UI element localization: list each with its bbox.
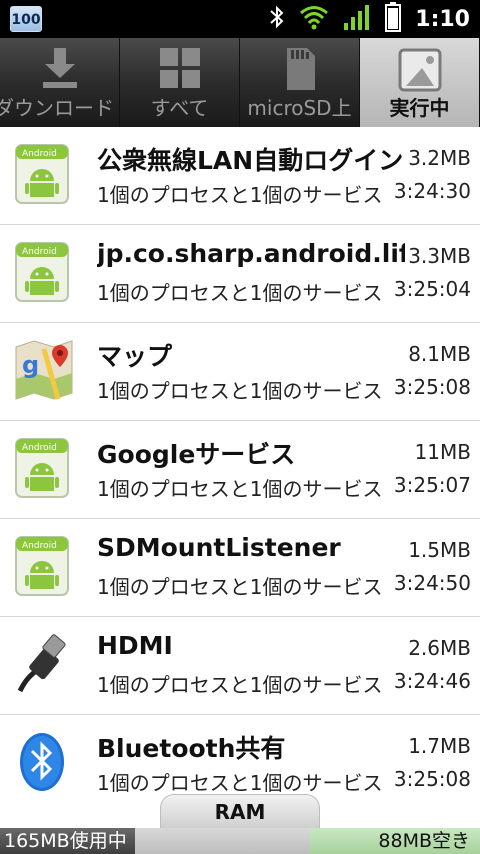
- app-time: 3:24:46: [393, 669, 471, 693]
- list-item[interactable]: Android Googleサービス 11MB 1個のプロセスと1個のサービス …: [0, 421, 480, 519]
- app-size: 11MB: [414, 440, 471, 464]
- app-time: 3:25:08: [393, 767, 471, 791]
- list-item[interactable]: Android 公衆無線LAN自動ログイン 3.2MB 1個のプロセスと1個のサ…: [0, 127, 480, 225]
- svg-text:g: g: [22, 351, 39, 379]
- download-icon: [0, 46, 119, 92]
- ram-free: 88MB空き: [310, 828, 480, 854]
- svg-text:Android: Android: [22, 443, 57, 453]
- tab-download[interactable]: ダウンロード: [0, 38, 120, 127]
- app-name: SDMountListener: [97, 533, 341, 562]
- app-name: jp.co.sharp.android.lifelog: [97, 239, 405, 268]
- ram-usage-bar: 165MB使用中 88MB空き: [0, 828, 480, 854]
- maps-icon: g: [14, 339, 73, 401]
- app-process-desc: 1個のプロセスと1個のサービス: [97, 575, 383, 599]
- list-item[interactable]: Android SDMountListener 1.5MB 1個のプロセスと1個…: [0, 519, 480, 617]
- notification-badge-icon[interactable]: 100: [10, 6, 42, 32]
- ram-label: RAM: [160, 794, 320, 828]
- app-time: 3:25:07: [393, 473, 471, 497]
- list-item[interactable]: HDMI 2.6MB 1個のプロセスと1個のサービス 3:24:46: [0, 617, 480, 715]
- android-app-icon: Android: [14, 241, 70, 303]
- tab-microsd[interactable]: microSD上: [240, 38, 360, 127]
- app-size: 8.1MB: [408, 342, 471, 366]
- app-time: 3:24:50: [393, 571, 471, 595]
- app-name: マップ: [97, 342, 173, 371]
- app-name: 公衆無線LAN自動ログイン: [97, 146, 404, 175]
- app-name: Googleサービス: [97, 440, 296, 469]
- sdcard-icon: [240, 46, 359, 92]
- app-size: 1.7MB: [408, 734, 471, 758]
- list-item[interactable]: g マップ 8.1MB 1個のプロセスと1個のサービス 3:25:08: [0, 323, 480, 421]
- bluetooth-icon: [269, 4, 285, 34]
- svg-text:Android: Android: [22, 247, 57, 257]
- android-app-icon: Android: [14, 143, 70, 205]
- running-app-list[interactable]: Android 公衆無線LAN自動ログイン 3.2MB 1個のプロセスと1個のサ…: [0, 127, 480, 794]
- app-time: 3:25:04: [393, 277, 471, 301]
- app-name: Bluetooth共有: [97, 734, 286, 763]
- android-app-icon: Android: [14, 535, 70, 597]
- svg-text:Android: Android: [22, 149, 57, 159]
- app-size: 3.3MB: [408, 244, 471, 268]
- status-bar: 100 1:10: [0, 0, 480, 38]
- tab-bar: ダウンロード すべて microSD上 実行中: [0, 38, 480, 127]
- app-process-desc: 1個のプロセスと1個のサービス: [97, 771, 383, 794]
- signal-icon: [343, 3, 371, 35]
- wifi-icon: [299, 4, 329, 34]
- android-app-icon: Android: [14, 437, 70, 499]
- app-process-desc: 1個のプロセスと1個のサービス: [97, 379, 383, 403]
- tab-running[interactable]: 実行中: [360, 38, 480, 127]
- list-item[interactable]: Android jp.co.sharp.android.lifelog 3.3M…: [0, 225, 480, 323]
- svg-text:Android: Android: [22, 541, 57, 551]
- app-time: 3:24:30: [393, 179, 471, 203]
- app-process-desc: 1個のプロセスと1個のサービス: [97, 183, 383, 207]
- list-item[interactable]: Bluetooth共有 1.7MB 1個のプロセスと1個のサービス 3:25:0…: [0, 715, 480, 794]
- app-process-desc: 1個のプロセスと1個のサービス: [97, 281, 383, 305]
- tab-all[interactable]: すべて: [120, 38, 240, 127]
- battery-icon: [385, 2, 402, 36]
- app-process-desc: 1個のプロセスと1個のサービス: [97, 673, 383, 697]
- app-size: 2.6MB: [408, 636, 471, 660]
- grid-icon: [120, 46, 239, 92]
- ram-other: [135, 828, 310, 854]
- bluetooth-app-icon: [14, 731, 70, 793]
- app-size: 3.2MB: [408, 146, 471, 170]
- status-clock: 1:10: [415, 6, 470, 32]
- app-name: HDMI: [97, 631, 173, 660]
- running-icon: [360, 46, 479, 92]
- hdmi-cable-icon: [14, 633, 70, 695]
- app-time: 3:25:08: [393, 375, 471, 399]
- ram-used: 165MB使用中: [0, 828, 135, 854]
- app-size: 1.5MB: [408, 538, 471, 562]
- app-process-desc: 1個のプロセスと1個のサービス: [97, 477, 383, 501]
